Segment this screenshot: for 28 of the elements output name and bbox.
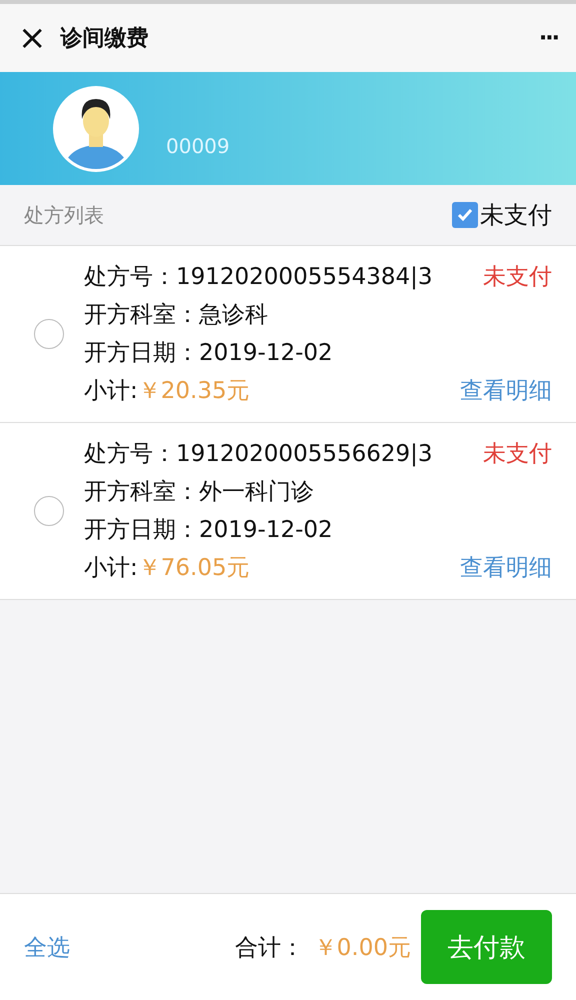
department: 开方科室：急诊科: [84, 301, 268, 330]
patient-id: 00009: [166, 134, 230, 158]
subtotal-label: 小计:: [84, 554, 138, 583]
prescription-number: 处方号：1912020005554384|3: [84, 263, 433, 292]
total-label: 合计：: [234, 934, 304, 962]
subtotal-amount: ￥20.35元: [138, 377, 250, 406]
prescription-date: 开方日期：2019-12-02: [84, 516, 333, 545]
pay-button[interactable]: 去付款: [421, 910, 552, 984]
select-radio[interactable]: [34, 496, 64, 526]
prescription-number: 处方号：1912020005556629|3: [84, 440, 433, 469]
more-button[interactable]: ···: [538, 26, 558, 50]
page-title: 诊间缴费: [60, 25, 150, 53]
payment-status: 未支付: [483, 263, 552, 292]
avatar-icon: [52, 84, 140, 172]
total-amount: ￥0.00元: [314, 934, 411, 962]
view-details-link[interactable]: 查看明细: [460, 376, 552, 406]
close-button[interactable]: ×: [18, 21, 46, 55]
payment-status: 未支付: [483, 440, 552, 469]
select-all-link[interactable]: 全选: [24, 932, 70, 962]
subtotal-label: 小计:: [84, 377, 138, 406]
select-radio[interactable]: [34, 319, 64, 349]
view-details-link[interactable]: 查看明细: [460, 553, 552, 583]
section-title: 处方列表: [24, 202, 104, 228]
subtotal-amount: ￥76.05元: [138, 554, 250, 583]
prescription-date: 开方日期：2019-12-02: [84, 339, 333, 368]
check-icon: [456, 206, 474, 224]
department: 开方科室：外一科门诊: [84, 478, 314, 507]
unpaid-filter-checkbox[interactable]: 未支付: [452, 199, 552, 231]
